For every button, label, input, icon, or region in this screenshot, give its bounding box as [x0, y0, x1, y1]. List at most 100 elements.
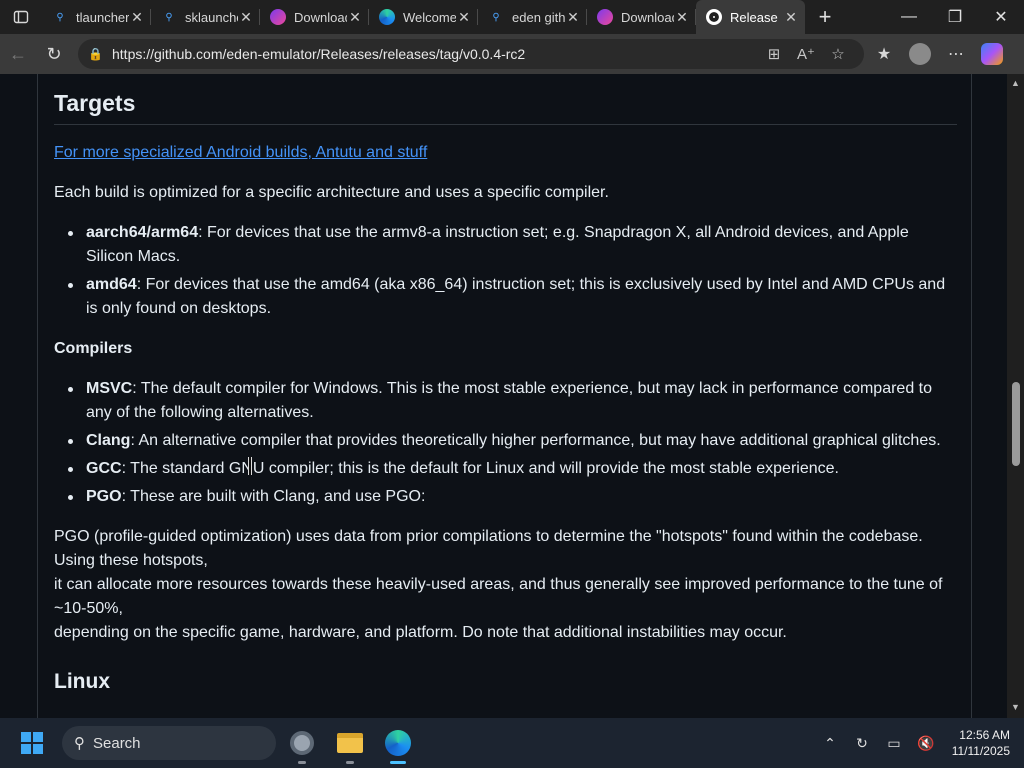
- tab-actions-button[interactable]: [0, 0, 42, 34]
- back-button[interactable]: ←: [0, 38, 36, 70]
- favorite-star-icon[interactable]: ☆: [822, 45, 854, 63]
- tab-actions-icon: [13, 10, 29, 24]
- close-tab-icon[interactable]: ✕: [565, 9, 581, 26]
- close-tab-icon[interactable]: ✕: [129, 9, 145, 26]
- copilot-icon[interactable]: [974, 38, 1010, 70]
- release-body: Targets For more specialized Android bui…: [37, 74, 972, 718]
- folder-icon: [337, 733, 363, 753]
- tab-4[interactable]: ⚲ eden github✕: [478, 0, 587, 34]
- list-item: Clang: An alternative compiler that prov…: [54, 429, 959, 453]
- tab-6[interactable]: Release ✕: [696, 0, 805, 34]
- scroll-down-arrow-icon[interactable]: ▼: [1007, 700, 1024, 714]
- tab-title: Release: [730, 9, 778, 25]
- avatar: [909, 43, 931, 65]
- pgo-line: PGO (profile-guided optimization) uses d…: [54, 528, 923, 569]
- gear-icon: [290, 731, 314, 755]
- url-text[interactable]: https://github.com/eden-emulator/Release…: [108, 46, 758, 62]
- edge-app-button[interactable]: [376, 721, 420, 765]
- list-item: amd64: For devices that use the amd64 (a…: [54, 273, 959, 321]
- display-icon[interactable]: ▭: [878, 735, 910, 752]
- list-item: aarch64/arm64: For devices that use the …: [54, 221, 959, 269]
- list-item-term: amd64: [86, 276, 137, 293]
- compilers-list: MSVC: The default compiler for Windows. …: [54, 377, 959, 509]
- taskbar-search-box[interactable]: ⚲ Search: [62, 726, 276, 760]
- search-icon: ⚲: [56, 11, 64, 23]
- list-item: PGO: These are built with Clang, and use…: [54, 485, 959, 509]
- file-explorer-button[interactable]: [328, 721, 372, 765]
- tab-1[interactable]: ⚲ sklauncher✕: [151, 0, 260, 34]
- address-bar[interactable]: 🔒 https://github.com/eden-emulator/Relea…: [78, 39, 864, 69]
- scroll-up-arrow-icon[interactable]: ▲: [1007, 76, 1024, 90]
- read-aloud-icon[interactable]: A⁺: [790, 45, 822, 63]
- list-item-term: PGO: [86, 488, 122, 505]
- start-button[interactable]: [8, 719, 56, 767]
- close-tab-icon[interactable]: ✕: [456, 9, 472, 26]
- volume-muted-icon[interactable]: 🔇: [910, 735, 942, 752]
- eden-icon: [597, 9, 613, 25]
- close-tab-icon[interactable]: ✕: [783, 9, 799, 26]
- tab-0[interactable]: ⚲ tlauncher ✕: [42, 0, 151, 34]
- favorites-icon[interactable]: ★: [866, 38, 902, 70]
- tab-title: Welcome: [403, 9, 456, 25]
- close-tab-icon[interactable]: ✕: [238, 9, 254, 26]
- refresh-button[interactable]: ↻: [36, 38, 72, 70]
- tab-title: tlauncher: [76, 9, 129, 25]
- pgo-line: it can allocate more resources towards t…: [54, 576, 943, 617]
- github-icon: [706, 9, 722, 25]
- search-icon: ⚲: [492, 11, 500, 23]
- scrollbar-thumb[interactable]: [1012, 382, 1020, 466]
- edge-icon: [385, 730, 411, 756]
- settings-more-icon[interactable]: ⋯: [938, 38, 974, 70]
- list-item-description: : These are built with Clang, and use PG…: [121, 488, 426, 505]
- tab-title: eden github: [512, 9, 565, 25]
- restore-button[interactable]: ❐: [932, 0, 978, 34]
- search-icon: ⚲: [74, 735, 85, 752]
- browser-toolbar: ← ↻ 🔒 https://github.com/eden-emulator/R…: [0, 34, 1024, 74]
- search-label: Search: [93, 734, 141, 752]
- close-tab-icon[interactable]: ✕: [347, 9, 363, 26]
- list-item-term: aarch64/arm64: [86, 224, 199, 241]
- targets-list: aarch64/arm64: For devices that use the …: [54, 221, 959, 321]
- list-item: MSVC: The default compiler for Windows. …: [54, 377, 959, 425]
- clock-date: 11/11/2025: [951, 744, 1010, 758]
- linux-heading: Linux: [54, 670, 110, 693]
- list-item-description: : For devices that use the armv8-a instr…: [86, 224, 909, 265]
- tab-3[interactable]: Welcome ✕: [369, 0, 478, 34]
- windows-taskbar: ⚲ Search ⌃ ↻ ▭ 🔇 12:56 AM 11/11/2025: [0, 718, 1024, 768]
- list-item-description: : The standard GNU compiler; this is the…: [121, 460, 839, 477]
- targets-heading: Targets: [54, 90, 136, 116]
- list-item-term: Clang: [86, 432, 131, 449]
- tab-5[interactable]: Downloads✕: [587, 0, 696, 34]
- close-tab-icon[interactable]: ✕: [674, 9, 690, 26]
- compilers-heading: Compilers: [54, 340, 133, 357]
- pgo-line: depending on the specific game, hardware…: [54, 624, 787, 641]
- list-item: GCC: The standard GNU compiler; this is …: [54, 457, 959, 481]
- site-info-icon[interactable]: 🔒: [88, 47, 108, 61]
- tab-title: sklauncher: [185, 9, 238, 25]
- system-tray: ⌃ ↻ ▭ 🔇 12:56 AM 11/11/2025: [814, 727, 1024, 759]
- tab-title: Downloads: [621, 9, 674, 25]
- list-item-description: : The default compiler for Windows. This…: [86, 380, 933, 421]
- sync-icon[interactable]: ↻: [846, 735, 878, 752]
- tab-2[interactable]: Downloads✕: [260, 0, 369, 34]
- close-window-button[interactable]: ✕: [978, 0, 1024, 34]
- clock[interactable]: 12:56 AM 11/11/2025: [942, 727, 1024, 759]
- page-viewport: Targets For more specialized Android bui…: [0, 74, 1024, 718]
- settings-app-button[interactable]: [280, 721, 324, 765]
- text-cursor-icon: [246, 457, 252, 475]
- page-scrollbar[interactable]: ▲ ▼: [1007, 74, 1024, 718]
- list-item-term: GCC: [86, 460, 122, 477]
- eden-icon: [270, 9, 286, 25]
- show-hidden-icons-chevron-icon[interactable]: ⌃: [814, 735, 846, 752]
- targets-intro: Each build is optimized for a specific a…: [54, 184, 609, 201]
- list-item-description: : An alternative compiler that provides …: [130, 432, 941, 449]
- tab-strip: ⚲tlauncher✕⚲sklauncher✕Downloads✕Welcome…: [0, 0, 1024, 34]
- profile-button[interactable]: [902, 38, 938, 70]
- pgo-paragraph: PGO (profile-guided optimization) uses d…: [54, 525, 959, 645]
- android-builds-link[interactable]: For more specialized Android builds, Ant…: [54, 144, 427, 162]
- windows-logo-icon: [21, 732, 43, 754]
- window-controls: — ❐ ✕: [886, 0, 1024, 34]
- new-tab-button[interactable]: +: [805, 0, 845, 34]
- app-available-icon[interactable]: ⊞: [758, 45, 790, 63]
- minimize-button[interactable]: —: [886, 0, 932, 34]
